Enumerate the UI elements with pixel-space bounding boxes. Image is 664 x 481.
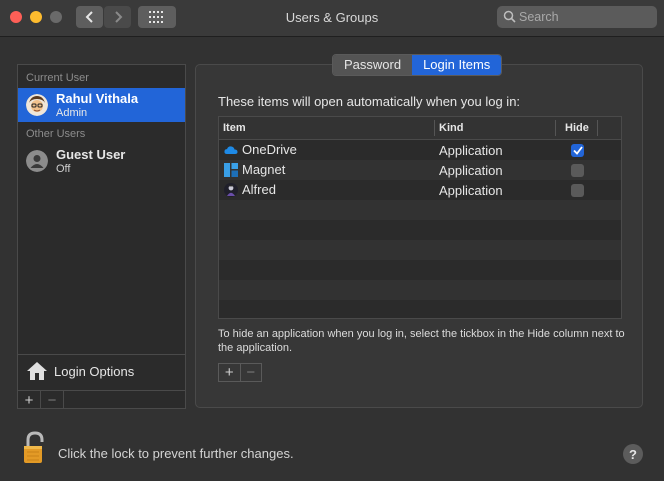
table-row[interactable]: OneDrive Application [219,140,621,160]
add-login-item-button[interactable]: + [219,364,240,381]
current-user-name: Rahul Vithala [56,91,139,106]
users-sidebar: Current User Rahul Vithala Admin Other U… [17,64,186,409]
empty-row [219,300,621,318]
guest-user-icon [26,150,48,172]
other-users-header: Other Users [26,128,86,140]
login-options-label: Login Options [54,364,135,379]
hide-hint-text: To hide an application when you log in, … [218,328,625,354]
empty-row [219,240,621,260]
login-options-item[interactable]: Login Options [18,355,185,390]
app-name: Magnet [242,162,286,177]
empty-row [219,200,621,220]
current-user-role: Admin [56,107,88,119]
lock-status-text: Click the lock to prevent further change… [58,446,294,461]
login-items-intro: These items will open automatically when… [218,94,521,109]
table-row[interactable]: Magnet Application [219,160,621,180]
hide-checkbox[interactable] [571,164,584,177]
user-item-guest-user[interactable]: Guest User Off [18,144,185,178]
remove-login-item-button[interactable]: − [239,364,262,381]
tab-password[interactable]: Password [333,55,413,75]
guest-user-status: Off [56,163,71,175]
app-kind: Application [439,143,503,158]
remove-user-button[interactable]: − [41,391,64,409]
user-avatar-icon [26,94,48,116]
app-name: Alfred [242,182,276,197]
sidebar-footer: + − [18,390,185,409]
user-item-rahul-vithala[interactable]: Rahul Vithala Admin [18,88,185,122]
column-header-hide[interactable]: Hide [565,122,589,134]
help-button[interactable]: ? [623,444,643,464]
magnet-icon [224,163,238,177]
column-header-kind[interactable]: Kind [439,122,463,134]
house-icon [27,362,47,380]
login-items-table: Item Kind Hide OneDrive Application Magn… [218,116,622,319]
empty-row [219,260,621,280]
empty-row [219,220,621,240]
hide-checkbox[interactable] [571,144,584,157]
search-icon [503,10,516,23]
empty-row [219,280,621,300]
hide-checkbox[interactable] [571,184,584,197]
alfred-icon [224,183,238,197]
add-user-button[interactable]: + [18,391,41,409]
tab-login-items[interactable]: Login Items [412,55,502,75]
search-box[interactable] [497,6,657,28]
checkmark-icon [572,146,583,155]
table-header: Item Kind Hide [219,117,621,140]
onedrive-icon [224,146,238,154]
guest-user-name: Guest User [56,147,126,162]
app-name: OneDrive [242,142,297,157]
table-row[interactable]: Alfred Application [219,180,621,200]
column-separator [555,120,556,136]
column-header-item[interactable]: Item [223,122,246,134]
title-bar: Users & Groups [0,0,664,37]
tab-bar: Password Login Items [332,54,503,76]
lock-icon[interactable] [22,431,46,465]
login-items-add-remove: + − [218,363,262,382]
app-kind: Application [439,183,503,198]
column-separator [434,120,435,136]
search-input[interactable] [519,7,649,27]
column-separator [597,120,598,136]
app-kind: Application [439,163,503,178]
current-user-header: Current User [26,72,89,84]
